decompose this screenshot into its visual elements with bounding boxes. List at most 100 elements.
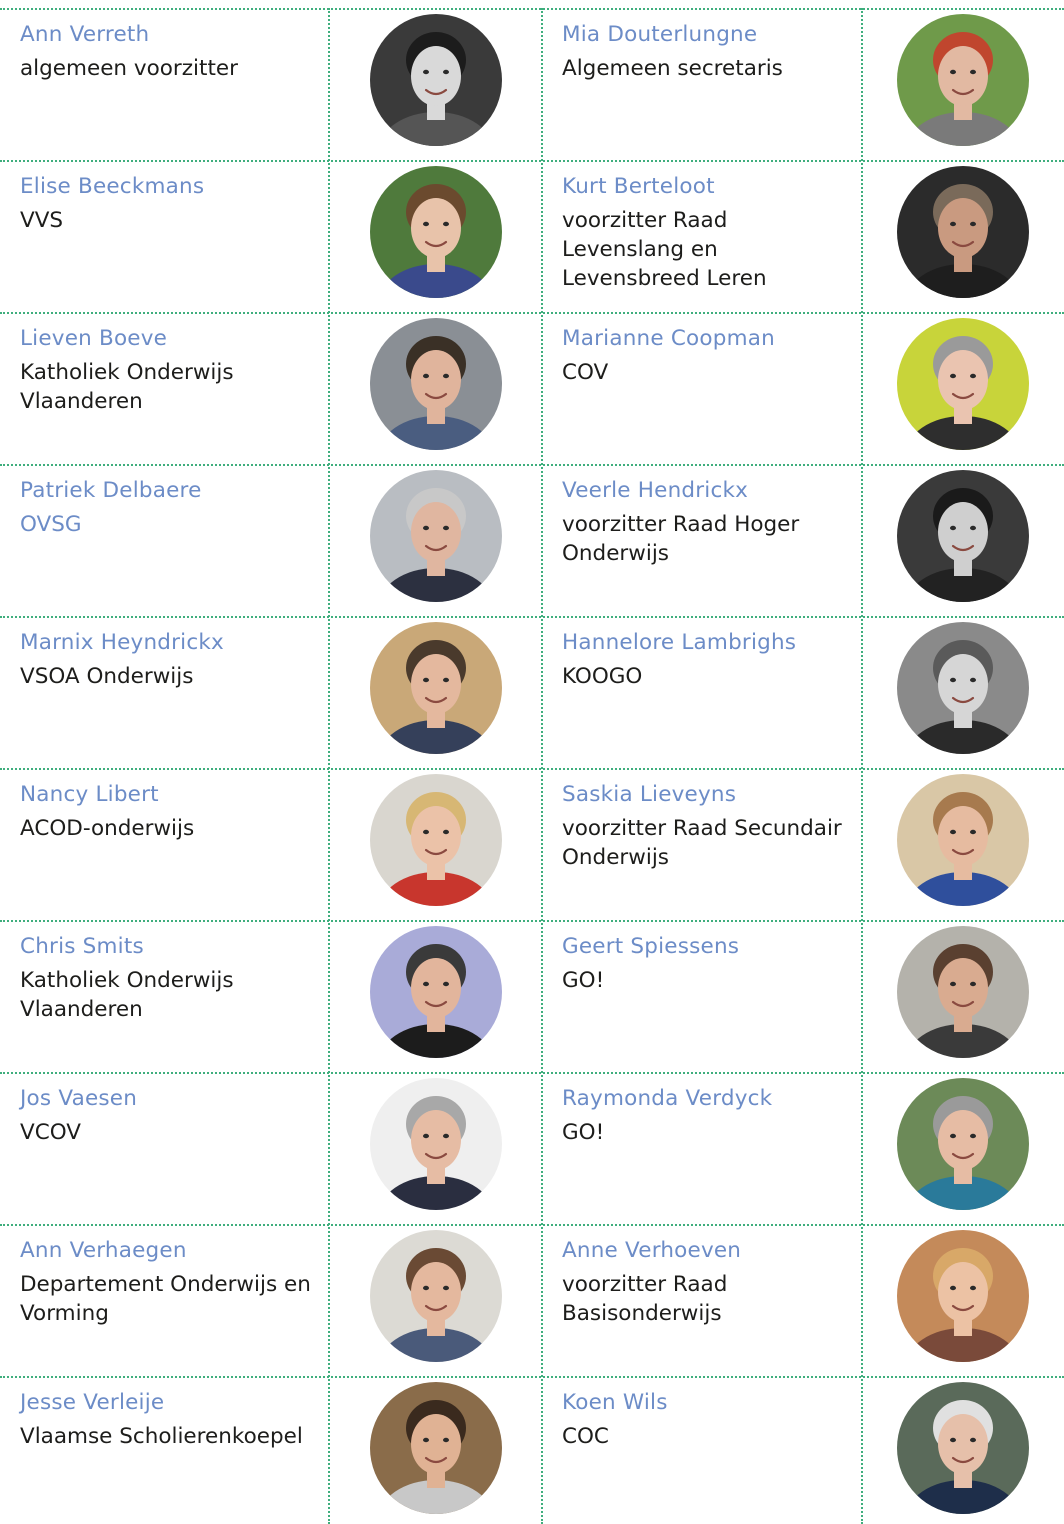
member-name[interactable]: Ann Verreth bbox=[20, 20, 315, 50]
member-photo bbox=[897, 1382, 1029, 1514]
member-photo bbox=[369, 318, 502, 450]
portrait-illustration bbox=[369, 1078, 502, 1210]
member-info-left: Nancy Libert ACOD-onderwijs bbox=[0, 760, 329, 912]
member-info-right: Saskia Lieveyns voorzitter Raad Secundair… bbox=[542, 760, 862, 912]
portrait-illustration bbox=[369, 166, 502, 298]
member-name[interactable]: Nancy Libert bbox=[20, 780, 315, 810]
column-divider bbox=[541, 8, 543, 1524]
member-photo-cell-right bbox=[862, 608, 1064, 760]
member-name[interactable]: Chris Smits bbox=[20, 932, 315, 962]
portrait-illustration bbox=[897, 470, 1029, 602]
member-photo bbox=[369, 470, 502, 602]
member-role: VVS bbox=[20, 208, 64, 233]
column-divider bbox=[861, 8, 863, 1524]
member-photo bbox=[369, 1230, 502, 1362]
member-role: COV bbox=[562, 360, 609, 385]
member-role: Katholiek Onderwijs Vlaanderen bbox=[20, 360, 234, 414]
member-name[interactable]: Saskia Lieveyns bbox=[562, 780, 848, 810]
member-role: Vlaamse Scholierenkoepel bbox=[20, 1424, 303, 1449]
member-info-left: Marnix Heyndrickx VSOA Onderwijs bbox=[0, 608, 329, 760]
member-role: VCOV bbox=[20, 1120, 81, 1145]
portrait-illustration bbox=[369, 622, 502, 754]
board-members-grid: Ann Verreth algemeen voorzitter Mia Douter… bbox=[0, 0, 1064, 1524]
member-photo-cell-right bbox=[862, 912, 1064, 1064]
member-info-left: Lieven Boeve Katholiek Onderwijs Vlaander… bbox=[0, 304, 329, 456]
portrait-illustration bbox=[897, 1230, 1029, 1362]
member-photo-cell-left bbox=[329, 1216, 542, 1368]
member-name[interactable]: Jos Vaesen bbox=[20, 1084, 315, 1114]
member-info-right: Marianne Coopman COV bbox=[542, 304, 862, 456]
member-role: Katholiek Onderwijs Vlaanderen bbox=[20, 968, 234, 1022]
member-info-left: Jesse Verleije Vlaamse Scholierenkoepel bbox=[0, 1368, 329, 1520]
row-divider bbox=[0, 1072, 1064, 1074]
member-role: GO! bbox=[562, 968, 605, 993]
member-photo-cell-right bbox=[862, 1064, 1064, 1216]
member-photo-cell-right bbox=[862, 456, 1064, 608]
member-name[interactable]: Patriek Delbaere bbox=[20, 476, 315, 506]
row-divider bbox=[0, 1224, 1064, 1226]
member-info-right: Anne Verhoeven voorzitter Raad Basisonder… bbox=[542, 1216, 862, 1368]
member-info-left: Patriek Delbaere OVSG bbox=[0, 456, 329, 608]
row-divider bbox=[0, 8, 1064, 10]
member-photo bbox=[897, 318, 1029, 450]
member-photo bbox=[897, 622, 1029, 754]
member-role: algemeen voorzitter bbox=[20, 56, 238, 81]
member-info-right: Raymonda Verdyck GO! bbox=[542, 1064, 862, 1216]
member-info-right: Geert Spiessens GO! bbox=[542, 912, 862, 1064]
member-role[interactable]: OVSG bbox=[20, 510, 315, 539]
member-name[interactable]: Hannelore Lambrighs bbox=[562, 628, 848, 658]
member-photo bbox=[369, 774, 502, 906]
member-photo-cell-right bbox=[862, 1216, 1064, 1368]
member-photo-cell-right bbox=[862, 0, 1064, 152]
member-photo bbox=[897, 926, 1029, 1058]
member-name[interactable]: Jesse Verleije bbox=[20, 1388, 315, 1418]
portrait-illustration bbox=[897, 926, 1029, 1058]
member-photo-cell-left bbox=[329, 304, 542, 456]
member-photo-cell-right bbox=[862, 1368, 1064, 1520]
member-info-right: Mia Douterlungne Algemeen secretaris bbox=[542, 0, 862, 152]
member-role: voorzitter Raad Secundair Onderwijs bbox=[562, 816, 842, 870]
row-divider bbox=[0, 160, 1064, 162]
portrait-illustration bbox=[897, 318, 1029, 450]
row-divider bbox=[0, 768, 1064, 770]
member-name[interactable]: Veerle Hendrickx bbox=[562, 476, 848, 506]
member-photo bbox=[369, 1078, 502, 1210]
member-name[interactable]: Koen Wils bbox=[562, 1388, 848, 1418]
member-info-left: Elise Beeckmans VVS bbox=[0, 152, 329, 304]
member-role: COC bbox=[562, 1424, 609, 1449]
portrait-illustration bbox=[369, 926, 502, 1058]
member-name[interactable]: Elise Beeckmans bbox=[20, 172, 315, 202]
member-photo bbox=[897, 774, 1029, 906]
portrait-illustration bbox=[369, 1382, 502, 1514]
column-divider bbox=[328, 8, 330, 1524]
member-photo bbox=[897, 470, 1029, 602]
portrait-illustration bbox=[369, 774, 502, 906]
member-photo bbox=[369, 926, 502, 1058]
member-name[interactable]: Lieven Boeve bbox=[20, 324, 315, 354]
portrait-illustration bbox=[897, 14, 1029, 146]
member-photo bbox=[369, 166, 502, 298]
member-info-left: Ann Verhaegen Departement Onderwijs en Vo… bbox=[0, 1216, 329, 1368]
portrait-illustration bbox=[369, 318, 502, 450]
member-name[interactable]: Kurt Berteloot bbox=[562, 172, 848, 202]
member-name[interactable]: Mia Douterlungne bbox=[562, 20, 848, 50]
member-role: ACOD-onderwijs bbox=[20, 816, 195, 841]
member-role: voorzitter Raad Basisonderwijs bbox=[562, 1272, 728, 1326]
portrait-illustration bbox=[897, 622, 1029, 754]
portrait-illustration bbox=[897, 1382, 1029, 1514]
member-info-right: Koen Wils COC bbox=[542, 1368, 862, 1520]
member-name[interactable]: Marnix Heyndrickx bbox=[20, 628, 315, 658]
row-divider bbox=[0, 312, 1064, 314]
member-name[interactable]: Ann Verhaegen bbox=[20, 1236, 315, 1266]
member-info-left: Chris Smits Katholiek Onderwijs Vlaandere… bbox=[0, 912, 329, 1064]
row-divider bbox=[0, 920, 1064, 922]
member-name[interactable]: Geert Spiessens bbox=[562, 932, 848, 962]
portrait-illustration bbox=[369, 1230, 502, 1362]
member-photo bbox=[369, 622, 502, 754]
member-name[interactable]: Marianne Coopman bbox=[562, 324, 848, 354]
row-divider bbox=[0, 616, 1064, 618]
member-info-left: Jos Vaesen VCOV bbox=[0, 1064, 329, 1216]
member-role: VSOA Onderwijs bbox=[20, 664, 194, 689]
member-name[interactable]: Anne Verhoeven bbox=[562, 1236, 848, 1266]
member-name[interactable]: Raymonda Verdyck bbox=[562, 1084, 848, 1114]
